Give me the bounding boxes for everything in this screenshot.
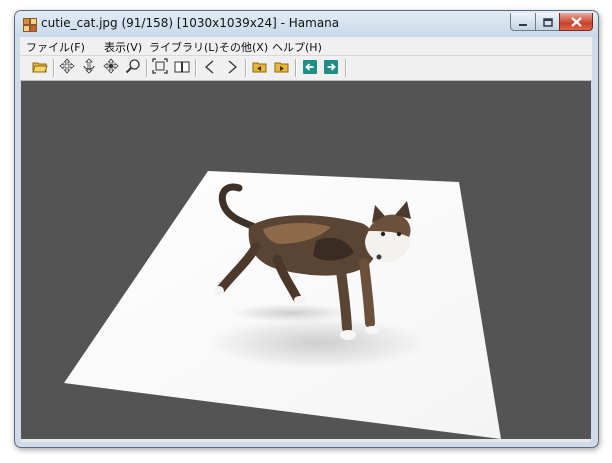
pan-icon xyxy=(103,58,119,78)
menu-view[interactable]: 表示(V) xyxy=(104,39,142,55)
rotate-button[interactable] xyxy=(79,58,99,78)
app-window: cutie_cat.jpg (91/158) [1030x1039x24] - … xyxy=(14,10,599,448)
next-icon xyxy=(225,59,239,78)
toolbar-separator xyxy=(146,59,147,77)
menu-bar: ファイル(F) 表示(V) ライブラリ(L) その他(X) ヘルプ(H) xyxy=(20,37,592,56)
toolbar-separator xyxy=(53,59,54,77)
fit-window-icon xyxy=(152,58,168,78)
move-button[interactable] xyxy=(57,58,77,78)
close-button[interactable] xyxy=(559,13,593,31)
toolbar-separator xyxy=(195,59,196,77)
image-viewport[interactable] xyxy=(21,81,591,439)
pan-button[interactable] xyxy=(101,58,121,78)
zoom-icon xyxy=(125,58,141,78)
previous-button[interactable] xyxy=(200,58,220,78)
perspective-image-plane[interactable] xyxy=(21,81,591,439)
menu-help[interactable]: ヘルプ(H) xyxy=(272,39,322,55)
move-icon xyxy=(59,58,75,78)
toolbar-separator xyxy=(345,59,346,77)
window-title: cutie_cat.jpg (91/158) [1030x1039x24] - … xyxy=(41,16,340,30)
forward-button[interactable] xyxy=(321,58,341,78)
next-folder-button[interactable] xyxy=(272,58,292,78)
toolbar xyxy=(20,56,592,81)
maximize-button[interactable] xyxy=(535,13,560,31)
two-page-icon xyxy=(174,59,190,78)
back-button[interactable] xyxy=(300,58,320,78)
zoom-button[interactable] xyxy=(123,58,143,78)
maximize-icon xyxy=(542,12,553,31)
next-button[interactable] xyxy=(222,58,242,78)
minimize-icon xyxy=(518,12,528,31)
previous-icon xyxy=(203,59,217,78)
fit-window-button[interactable] xyxy=(150,58,170,78)
toolbar-separator xyxy=(295,59,296,77)
minimize-button[interactable] xyxy=(510,13,536,31)
menu-file[interactable]: ファイル(F) xyxy=(26,39,85,55)
close-icon xyxy=(570,12,582,31)
two-page-button[interactable] xyxy=(172,58,192,78)
menu-library[interactable]: ライブラリ(L) xyxy=(149,39,219,55)
prev-folder-icon xyxy=(252,59,268,78)
title-bar[interactable]: cutie_cat.jpg (91/158) [1030x1039x24] - … xyxy=(15,11,598,37)
toolbar-separator xyxy=(245,59,246,77)
open-folder-button[interactable] xyxy=(30,58,50,78)
hamana-app-icon[interactable] xyxy=(23,17,37,32)
menu-other[interactable]: その他(X) xyxy=(219,39,268,55)
open-folder-icon xyxy=(32,59,48,78)
next-folder-icon xyxy=(274,59,290,78)
status-bar xyxy=(21,439,591,442)
back-icon xyxy=(303,59,317,78)
prev-folder-button[interactable] xyxy=(250,58,270,78)
rotate-icon xyxy=(81,58,97,78)
forward-icon xyxy=(324,59,338,78)
